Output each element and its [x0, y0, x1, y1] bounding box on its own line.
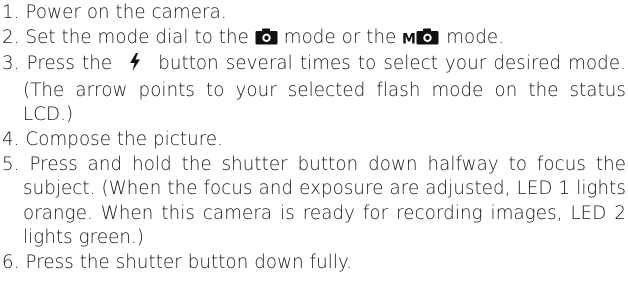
step-text: Power on the camera.: [25, 2, 227, 23]
step-number: 3.: [2, 53, 20, 75]
step-number: 1.: [2, 2, 20, 23]
manual-mode-letter: M: [402, 31, 416, 45]
step-text: mode.: [446, 26, 505, 48]
step-text: Press the: [26, 53, 113, 75]
step-5: 5. Press and hold the shutter button dow…: [2, 153, 626, 251]
step-number: 5.: [2, 153, 20, 175]
camera-manual-mode-icon: M: [402, 28, 440, 53]
step-2: 2. Set the mode dial to the mode or the …: [2, 26, 626, 53]
step-1: 1. Power on the camera.: [2, 1, 626, 26]
step-text: Compose the picture.: [25, 128, 224, 150]
instruction-steps: 1. Power on the camera. 2. Set the mode …: [2, 1, 626, 276]
step-text: button several times to select your desi…: [23, 53, 627, 126]
step-text: mode or the: [283, 26, 397, 48]
step-text: Set the mode dial to the: [25, 26, 249, 48]
camera-auto-mode-icon: [255, 28, 278, 53]
step-text: Press and hold the shutter button down h…: [23, 153, 626, 249]
flash-icon: [129, 53, 141, 79]
step-6: 6. Press the shutter button down fully.: [2, 251, 626, 276]
step-4: 4. Compose the picture.: [2, 128, 626, 153]
step-number: 2.: [2, 26, 20, 48]
step-number: 6.: [2, 251, 20, 273]
step-3: 3. Press the button several times to sel…: [2, 52, 626, 128]
step-text: Press the shutter button down fully.: [25, 251, 353, 273]
step-number: 4.: [2, 128, 20, 150]
